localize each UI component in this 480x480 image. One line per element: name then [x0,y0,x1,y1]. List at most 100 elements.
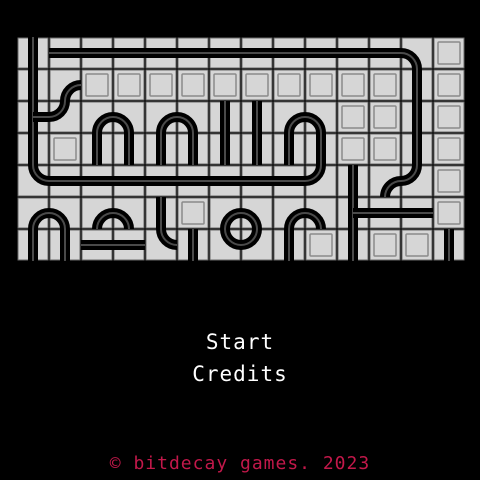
vertical-pipe-tile[interactable] [17,229,49,261]
horizontal-pipe-tile[interactable] [241,165,273,197]
horizontal-pipe-tile[interactable] [177,37,209,69]
empty-tile[interactable] [177,69,209,101]
horizontal-pipe-tile[interactable] [145,165,177,197]
vertical-pipe-tile[interactable] [433,229,465,261]
empty-tile[interactable] [433,101,465,133]
horizontal-pipe-tile[interactable] [49,165,81,197]
corner-pipe-tile[interactable] [81,197,114,230]
horizontal-pipe-tile[interactable] [209,165,241,197]
corner-pipe-tile[interactable] [240,228,273,261]
vertical-pipe-tile[interactable] [273,133,305,165]
vertical-pipe-tile[interactable] [17,69,49,101]
empty-tile[interactable] [305,69,337,101]
corner-pipe-tile[interactable] [176,101,209,134]
credits-menu-item[interactable]: Credits [0,362,480,386]
horizontal-pipe-tile[interactable] [401,197,433,229]
horizontal-pipe-tile[interactable] [49,37,81,69]
horizontal-pipe-tile[interactable] [145,37,177,69]
empty-tile[interactable] [81,69,113,101]
vertical-pipe-tile[interactable] [209,133,241,165]
vertical-pipe-tile[interactable] [241,101,273,133]
empty-tile[interactable] [433,133,465,165]
empty-tile[interactable] [177,197,209,229]
vertical-pipe-tile[interactable] [305,133,337,165]
corner-pipe-tile[interactable] [369,165,402,198]
corner-pipe-tile[interactable] [209,228,242,261]
horizontal-pipe-tile[interactable] [273,37,305,69]
vertical-pipe-tile[interactable] [241,133,273,165]
corner-pipe-tile[interactable] [400,164,433,197]
corner-pipe-tile[interactable] [273,101,306,134]
empty-tile[interactable] [113,69,145,101]
empty-tile[interactable] [369,229,401,261]
vertical-pipe-tile[interactable] [401,69,433,101]
corner-pipe-tile[interactable] [145,101,178,134]
corner-pipe-tile[interactable] [112,101,145,134]
corner-pipe-tile[interactable] [17,197,50,230]
empty-tile[interactable] [145,69,177,101]
vertical-pipe-tile[interactable] [145,133,177,165]
empty-tile[interactable] [337,133,369,165]
corner-pipe-tile[interactable] [304,197,337,230]
vertical-pipe-tile[interactable] [401,133,433,165]
vertical-pipe-tile[interactable] [49,229,81,261]
tee-pipe-tile[interactable] [337,197,369,229]
vertical-pipe-tile[interactable] [177,133,209,165]
start-menu-item[interactable]: Start [0,330,480,354]
corner-pipe-tile[interactable] [48,197,81,230]
vertical-pipe-tile[interactable] [17,37,49,69]
vertical-pipe-tile[interactable] [273,229,305,261]
horizontal-pipe-tile[interactable] [241,37,273,69]
corner-pipe-tile[interactable] [240,197,273,230]
vertical-pipe-tile[interactable] [209,101,241,133]
corner-pipe-tile[interactable] [145,228,178,261]
horizontal-pipe-tile[interactable] [81,37,113,69]
horizontal-pipe-tile[interactable] [273,165,305,197]
empty-tile[interactable] [369,69,401,101]
horizontal-pipe-tile[interactable] [209,37,241,69]
empty-tile[interactable] [433,69,465,101]
corner-pipe-tile[interactable] [112,197,145,230]
horizontal-pipe-tile[interactable] [305,37,337,69]
empty-tile[interactable] [401,229,433,261]
corner-pipe-tile[interactable] [209,197,242,230]
vertical-pipe-tile[interactable] [337,229,369,261]
horizontal-pipe-tile[interactable] [113,37,145,69]
corner-pipe-tile[interactable] [81,101,114,134]
empty-tile[interactable] [49,133,81,165]
corner-pipe-tile[interactable] [49,69,82,102]
empty-tile[interactable] [369,101,401,133]
corner-pipe-tile[interactable] [304,164,337,197]
vertical-pipe-tile[interactable] [113,133,145,165]
corner-pipe-tile[interactable] [48,100,81,133]
empty-tile[interactable] [369,133,401,165]
empty-tile[interactable] [337,69,369,101]
empty-tile[interactable] [337,101,369,133]
empty-tile[interactable] [433,165,465,197]
vertical-pipe-tile[interactable] [81,133,113,165]
corner-pipe-tile[interactable] [304,101,337,134]
empty-tile[interactable] [273,69,305,101]
vertical-pipe-tile[interactable] [401,101,433,133]
horizontal-pipe-tile[interactable] [177,165,209,197]
empty-tile[interactable] [433,197,465,229]
horizontal-pipe-tile[interactable] [337,37,369,69]
empty-tile[interactable] [305,229,337,261]
horizontal-pipe-tile[interactable] [113,229,145,261]
empty-tile[interactable] [433,37,465,69]
empty-tile[interactable] [209,69,241,101]
vertical-pipe-tile[interactable] [177,229,209,261]
corner-pipe-tile[interactable] [273,197,306,230]
horizontal-pipe-tile[interactable] [81,229,113,261]
corner-pipe-tile[interactable] [17,164,50,197]
horizontal-pipe-tile[interactable] [369,37,401,69]
vertical-pipe-tile[interactable] [17,133,49,165]
horizontal-pipe-tile[interactable] [81,165,113,197]
corner-pipe-tile[interactable] [400,37,433,70]
vertical-pipe-tile[interactable] [337,165,369,197]
horizontal-pipe-tile[interactable] [369,197,401,229]
tee-pipe-tile[interactable] [17,101,49,133]
vertical-pipe-tile[interactable] [145,197,177,229]
empty-tile[interactable] [241,69,273,101]
horizontal-pipe-tile[interactable] [113,165,145,197]
